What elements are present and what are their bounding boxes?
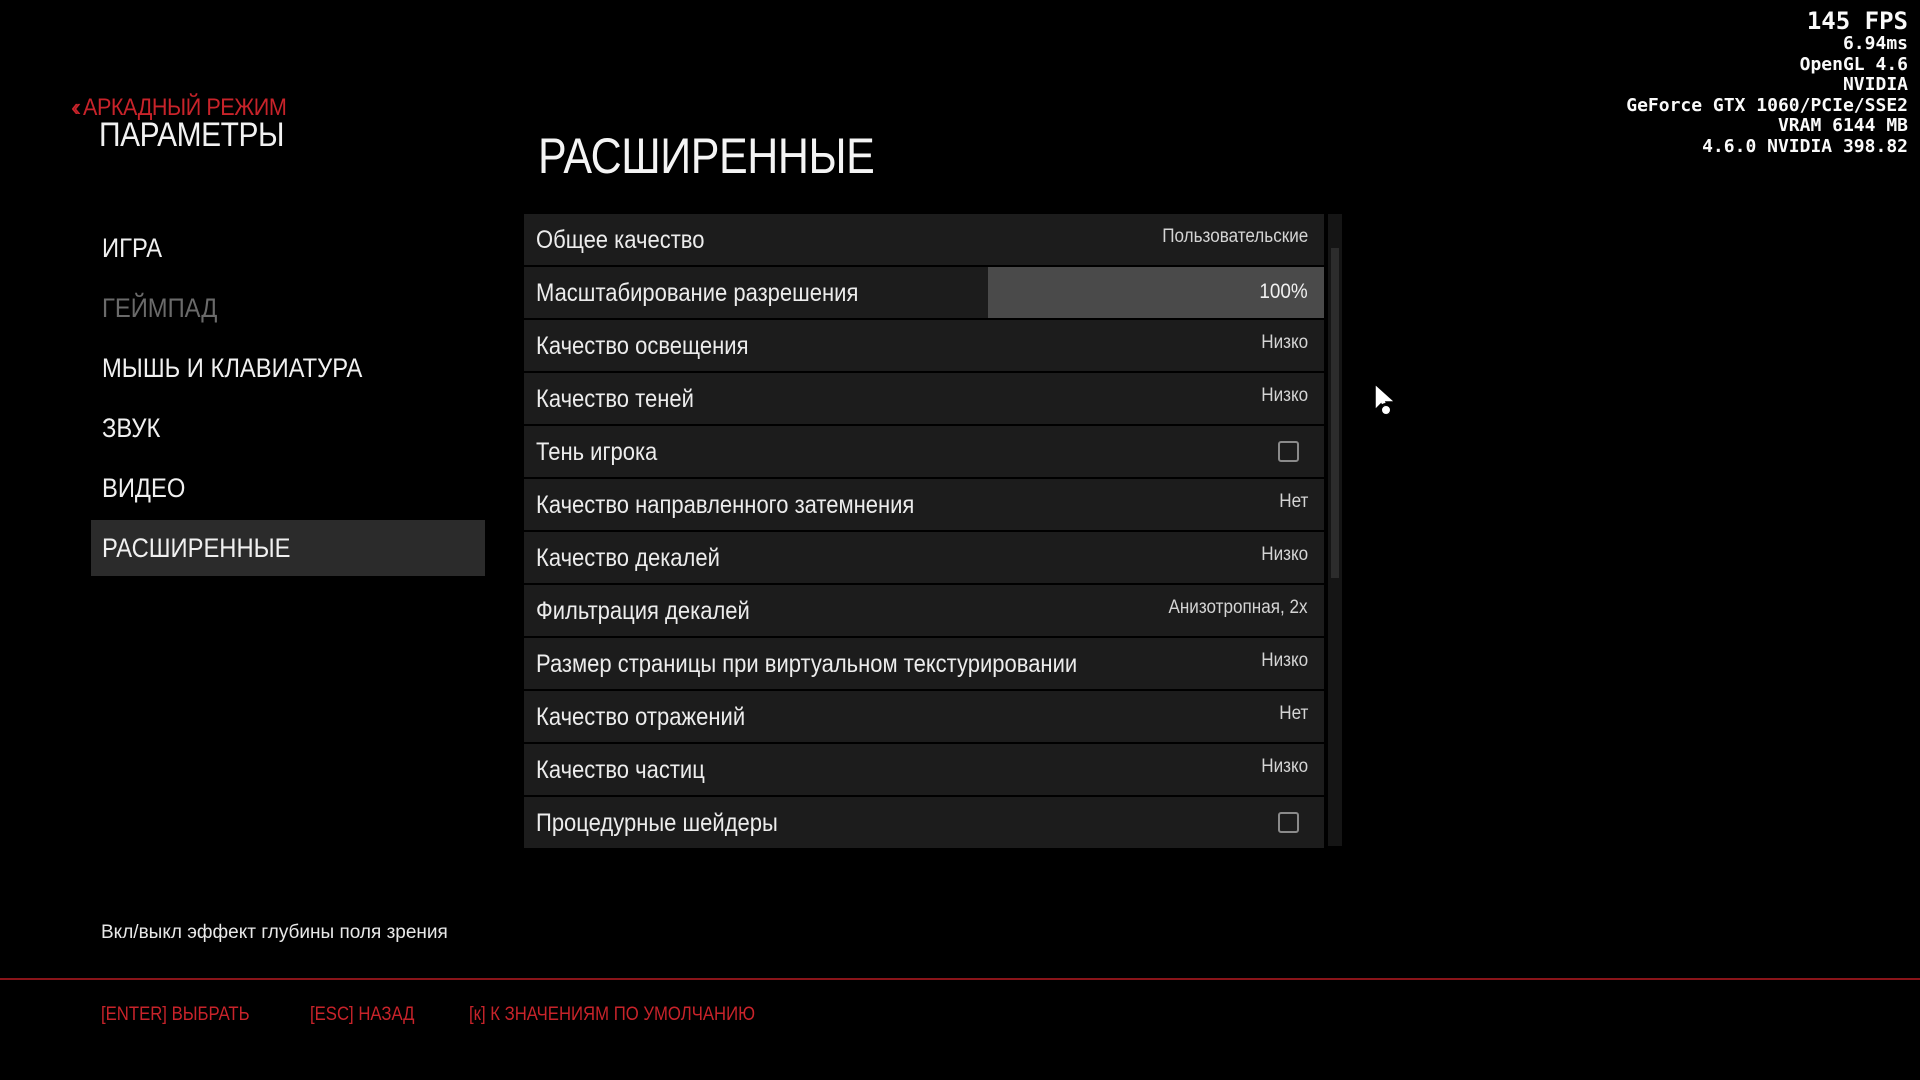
setting-label: Размер страницы при виртуальном текстури… [536, 650, 1078, 678]
performance-overlay: 145 FPS 6.94ms OpenGL 4.6 NVIDIA GeForce… [1626, 8, 1908, 157]
setting-row[interactable]: Общее качество Пользовательские [524, 214, 1324, 265]
setting-checkbox[interactable] [1278, 441, 1299, 462]
setting-value[interactable]: Анизотропная, 2x [1169, 585, 1308, 636]
setting-label: Качество направленного затемнения [536, 491, 915, 519]
sidebar-item-label: ЗВУК [102, 412, 161, 443]
setting-row[interactable]: Процедурные шейдеры [524, 797, 1324, 848]
setting-label: Процедурные шейдеры [536, 809, 778, 837]
sidebar-item: ГЕЙМПАД [91, 280, 485, 336]
page-parent-title: ПАРАМЕТРЫ [99, 116, 285, 154]
setting-value[interactable]: Нет [1279, 691, 1308, 742]
sidebar-item-label: ИГРА [102, 232, 163, 263]
setting-row[interactable]: Качество освещения Низко [524, 320, 1324, 371]
driver-version: 4.6.0 NVIDIA 398.82 [1702, 135, 1908, 157]
footer-divider [0, 978, 1920, 980]
select-button[interactable]: [ENTER] ВЫБРАТЬ [101, 1004, 250, 1026]
setting-row[interactable]: Качество направленного затемнения Нет [524, 479, 1324, 530]
settings-list: Общее качество Пользовательские Масштабиро… [524, 214, 1324, 848]
setting-row[interactable]: Фильтрация декалей Анизотропная, 2x [524, 585, 1324, 636]
setting-value[interactable]: Низко [1261, 532, 1308, 583]
setting-row[interactable]: Качество отражений Нет [524, 691, 1324, 742]
setting-hint: Вкл/выкл эффект глубины поля зрения [101, 922, 448, 943]
scrollbar-thumb[interactable] [1331, 248, 1339, 578]
sidebar: ИГРА ГЕЙМПАД МЫШЬ И КЛАВИАТУРА ЗВУК ВИДЕО РАС… [91, 220, 485, 580]
setting-label: Качество теней [536, 385, 694, 413]
setting-label: Масштабирование разрешения [536, 279, 859, 307]
settings-screen: ‹‹ АРКАДНЫЙ РЕЖИМ ПАРАМЕТРЫ РАСШИРЕННЫЕ … [0, 0, 1920, 1080]
setting-label: Качество отражений [536, 703, 746, 731]
sidebar-item-label: РАСШИРЕННЫЕ [102, 532, 291, 563]
fps-counter: 145 FPS [1806, 7, 1908, 35]
setting-value[interactable]: Низко [1261, 638, 1308, 689]
frametime: 6.94ms [1842, 33, 1908, 54]
sidebar-item-label: МЫШЬ И КЛАВИАТУРА [102, 352, 363, 383]
vram: VRAM 6144 MB [1777, 115, 1908, 136]
setting-row[interactable]: Масштабирование разрешения 100% [524, 267, 1324, 318]
sidebar-item[interactable]: ЗВУК [91, 400, 485, 456]
gpu-name: GeForce GTX 1060/PCIe/SSE2 [1626, 94, 1908, 116]
setting-label: Общее качество [536, 226, 705, 254]
graphics-api: OpenGL 4.6 [1799, 53, 1908, 75]
setting-label: Тень игрока [536, 438, 658, 466]
section-title: РАСШИРЕННЫЕ [538, 128, 875, 184]
setting-label: Качество декалей [536, 544, 720, 572]
setting-value[interactable]: Нет [1279, 479, 1308, 530]
setting-row[interactable]: Тень игрока [524, 426, 1324, 477]
setting-value[interactable]: Низко [1261, 320, 1308, 371]
sidebar-item-label: ГЕЙМПАД [102, 292, 218, 323]
setting-label: Качество частиц [536, 756, 705, 784]
back-button[interactable]: [ESC] НАЗАД [310, 1004, 414, 1026]
sidebar-item[interactable]: МЫШЬ И КЛАВИАТУРА [91, 340, 485, 396]
sidebar-item[interactable]: РАСШИРЕННЫЕ [91, 520, 485, 576]
reset-defaults-button[interactable]: [к] К ЗНАЧЕНИЯМ ПО УМОЛЧАНИЮ [469, 1004, 755, 1026]
footer-controls: [ENTER] ВЫБРАТЬ [ESC] НАЗАД [к] К ЗНАЧЕН… [101, 1004, 794, 1026]
sidebar-item-label: ВИДЕО [102, 472, 186, 503]
setting-value[interactable]: Низко [1261, 744, 1308, 795]
gpu-vendor: NVIDIA [1842, 74, 1908, 95]
setting-value[interactable]: Низко [1261, 373, 1308, 424]
setting-row[interactable]: Размер страницы при виртуальном текстури… [524, 638, 1324, 689]
slider-value: 100% [1259, 280, 1308, 303]
setting-row[interactable]: Качество частиц Низко [524, 744, 1324, 795]
sidebar-item[interactable]: ИГРА [91, 220, 485, 276]
settings-scrollbar[interactable] [1328, 214, 1342, 846]
setting-label: Качество освещения [536, 332, 749, 360]
double-chevron-left-icon: ‹‹ [71, 92, 82, 122]
setting-value[interactable]: Пользовательские [1162, 214, 1308, 265]
mouse-cursor-icon [1374, 383, 1397, 417]
setting-row[interactable]: Качество теней Низко [524, 373, 1324, 424]
setting-row[interactable]: Качество декалей Низко [524, 532, 1324, 583]
setting-checkbox[interactable] [1278, 812, 1299, 833]
sidebar-item[interactable]: ВИДЕО [91, 460, 485, 516]
setting-label: Фильтрация декалей [536, 597, 750, 625]
